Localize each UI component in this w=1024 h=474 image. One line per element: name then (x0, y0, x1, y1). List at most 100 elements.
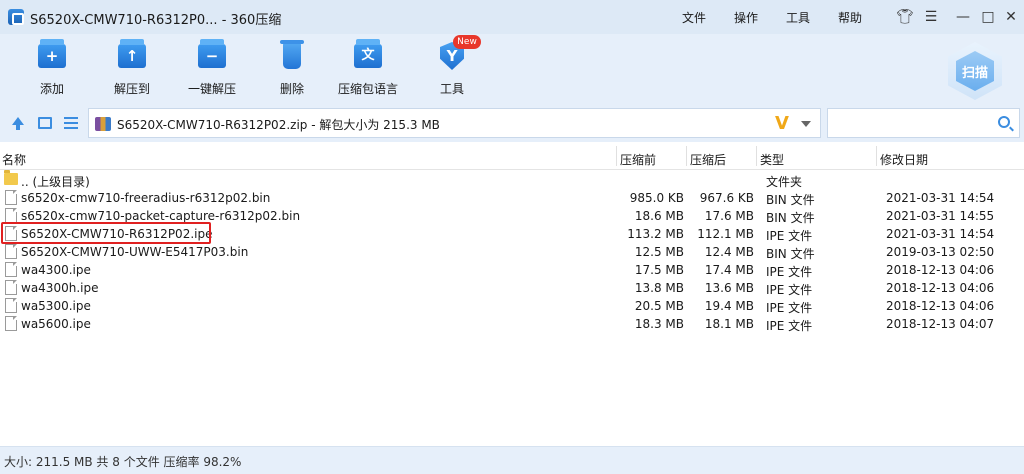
file-icon (5, 280, 17, 295)
skin-icon[interactable]: 👕︎ (896, 8, 914, 26)
status-text: 大小: 211.5 MB 共 8 个文件 压缩率 98.2% (4, 455, 242, 469)
file-type: IPE 文件 (766, 319, 813, 333)
file-type: IPE 文件 (766, 283, 813, 297)
file-type: BIN 文件 (766, 211, 815, 225)
menu-tools[interactable]: 工具 (786, 9, 810, 26)
table-row[interactable]: .. (上级目录) 文件夹 (0, 170, 1024, 189)
modified-date: 2021-03-31 14:54 (886, 191, 995, 205)
delete-icon (276, 40, 308, 70)
maximize-icon[interactable]: □ (979, 8, 997, 26)
file-type: IPE 文件 (766, 301, 813, 315)
language-icon: 文 (352, 39, 384, 70)
file-name: s6520x-cmw710-freeradius-r6312p02.bin (21, 191, 271, 205)
delete-button[interactable]: 删除 (262, 40, 322, 97)
column-divider[interactable] (616, 146, 617, 166)
modified-date: 2019-03-13 02:50 (886, 245, 995, 259)
tools-label: 工具 (439, 82, 464, 96)
file-icon (5, 208, 17, 223)
title-bar: S6520X-CMW710-R6312P0... - 360压缩 文件 操作 工… (0, 0, 1024, 34)
column-type[interactable]: 类型 (760, 151, 784, 168)
file-name: .. (上级目录) (21, 175, 90, 189)
quick-extract-button[interactable]: − 一键解压 (182, 39, 242, 97)
column-modified[interactable]: 修改日期 (880, 151, 928, 168)
table-row[interactable]: wa5600.ipe 18.3 MB 18.1 MB IPE 文件 2018-1… (0, 315, 1024, 333)
folder-icon (4, 170, 18, 185)
close-icon[interactable]: ✕ (1002, 8, 1020, 26)
file-name: wa4300h.ipe (21, 281, 99, 295)
table-row[interactable]: s6520x-cmw710-freeradius-r6312p02.bin 98… (0, 189, 1024, 207)
search-input[interactable] (827, 108, 1020, 138)
zip-icon (95, 117, 111, 131)
language-label: 压缩包语言 (338, 82, 399, 96)
add-button[interactable]: + 添加 (22, 39, 82, 97)
menu-action[interactable]: 操作 (734, 9, 758, 26)
quick-extract-label: 一键解压 (187, 82, 236, 96)
file-name: wa5300.ipe (21, 299, 91, 313)
size-after: 18.1 MB (704, 317, 754, 331)
size-before: 13.8 MB (634, 281, 684, 295)
table-row[interactable]: wa4300.ipe 17.5 MB 17.4 MB IPE 文件 2018-1… (0, 261, 1024, 279)
file-name: s6520x-cmw710-packet-capture-r6312p02.bi… (21, 209, 301, 223)
menu-file[interactable]: 文件 (682, 9, 706, 26)
file-icon (5, 190, 17, 205)
table-row[interactable]: S6520X-CMW710-UWW-E5417P03.bin 12.5 MB 1… (0, 243, 1024, 261)
file-icon (5, 262, 17, 277)
size-after: 12.4 MB (704, 245, 754, 259)
thumbnail-view-icon[interactable] (38, 117, 52, 129)
size-before: 985.0 KB (629, 191, 684, 205)
table-row[interactable]: wa5300.ipe 20.5 MB 19.4 MB IPE 文件 2018-1… (0, 297, 1024, 315)
search-icon[interactable] (998, 116, 1010, 128)
file-type: BIN 文件 (766, 193, 815, 207)
modified-date: 2018-12-13 04:06 (886, 281, 995, 295)
extract-to-button[interactable]: ↑ 解压到 (102, 39, 162, 97)
size-before: 18.3 MB (634, 317, 684, 331)
toolbar: + 添加 ↑ 解压到 − 一键解压 删除 文 压缩包语言 Y 工具 (0, 34, 1024, 106)
modified-date: 2021-03-31 14:55 (886, 209, 995, 223)
column-divider[interactable] (756, 146, 757, 166)
file-name: wa4300.ipe (21, 263, 91, 277)
size-after: 17.4 MB (704, 263, 754, 277)
scan-label: 扫描 (961, 66, 988, 81)
quick-extract-icon: − (196, 39, 228, 70)
menu-help[interactable]: 帮助 (838, 9, 862, 26)
size-after: 967.6 KB (699, 191, 754, 205)
extract-to-icon: ↑ (116, 39, 148, 70)
list-header: 名称 压缩前 压缩后 类型 修改日期 (0, 142, 1024, 170)
path-text: S6520X-CMW710-R6312P02.zip - 解包大小为 215.3… (117, 118, 440, 132)
file-type: BIN 文件 (766, 247, 815, 261)
add-icon: + (36, 39, 68, 70)
file-type: IPE 文件 (766, 229, 813, 243)
verified-v-icon[interactable]: V (775, 113, 789, 134)
chevron-down-icon[interactable] (801, 121, 811, 127)
minimize-icon[interactable]: — (954, 8, 972, 26)
app-window: S6520X-CMW710-R6312P0... - 360压缩 文件 操作 工… (0, 0, 1024, 474)
status-bar: 大小: 211.5 MB 共 8 个文件 压缩率 98.2% (0, 446, 1024, 474)
path-field[interactable]: S6520X-CMW710-R6312P02.zip - 解包大小为 215.3… (88, 108, 821, 138)
up-arrow-icon[interactable] (12, 117, 24, 130)
file-list: 名称 压缩前 压缩后 类型 修改日期 .. (上级目录) 文件夹 s6520x-… (0, 142, 1024, 446)
column-name[interactable]: 名称 (2, 151, 26, 168)
new-badge: New (453, 35, 481, 49)
file-name: S6520X-CMW710-UWW-E5417P03.bin (21, 245, 249, 259)
window-title: S6520X-CMW710-R6312P0... - 360压缩 (30, 13, 282, 28)
size-before: 12.5 MB (634, 245, 684, 259)
column-divider[interactable] (876, 146, 877, 166)
file-name: wa5600.ipe (21, 317, 91, 331)
list-view-icon[interactable] (64, 117, 78, 129)
language-button[interactable]: 文 压缩包语言 (338, 39, 399, 97)
size-before: 18.6 MB (634, 209, 684, 223)
size-before: 113.2 MB (627, 227, 684, 241)
extract-to-label: 解压到 (113, 82, 150, 96)
table-row[interactable]: wa4300h.ipe 13.8 MB 13.6 MB IPE 文件 2018-… (0, 279, 1024, 297)
size-after: 13.6 MB (704, 281, 754, 295)
app-logo-icon (8, 9, 24, 25)
feedback-icon[interactable]: ☰ (922, 8, 940, 26)
column-divider[interactable] (686, 146, 687, 166)
size-after: 112.1 MB (697, 227, 754, 241)
size-before: 20.5 MB (634, 299, 684, 313)
column-size-after[interactable]: 压缩后 (690, 151, 726, 168)
file-type: 文件夹 (766, 175, 803, 189)
column-size-before[interactable]: 压缩前 (620, 151, 656, 168)
size-after: 19.4 MB (704, 299, 754, 313)
modified-date: 2018-12-13 04:07 (886, 317, 995, 331)
